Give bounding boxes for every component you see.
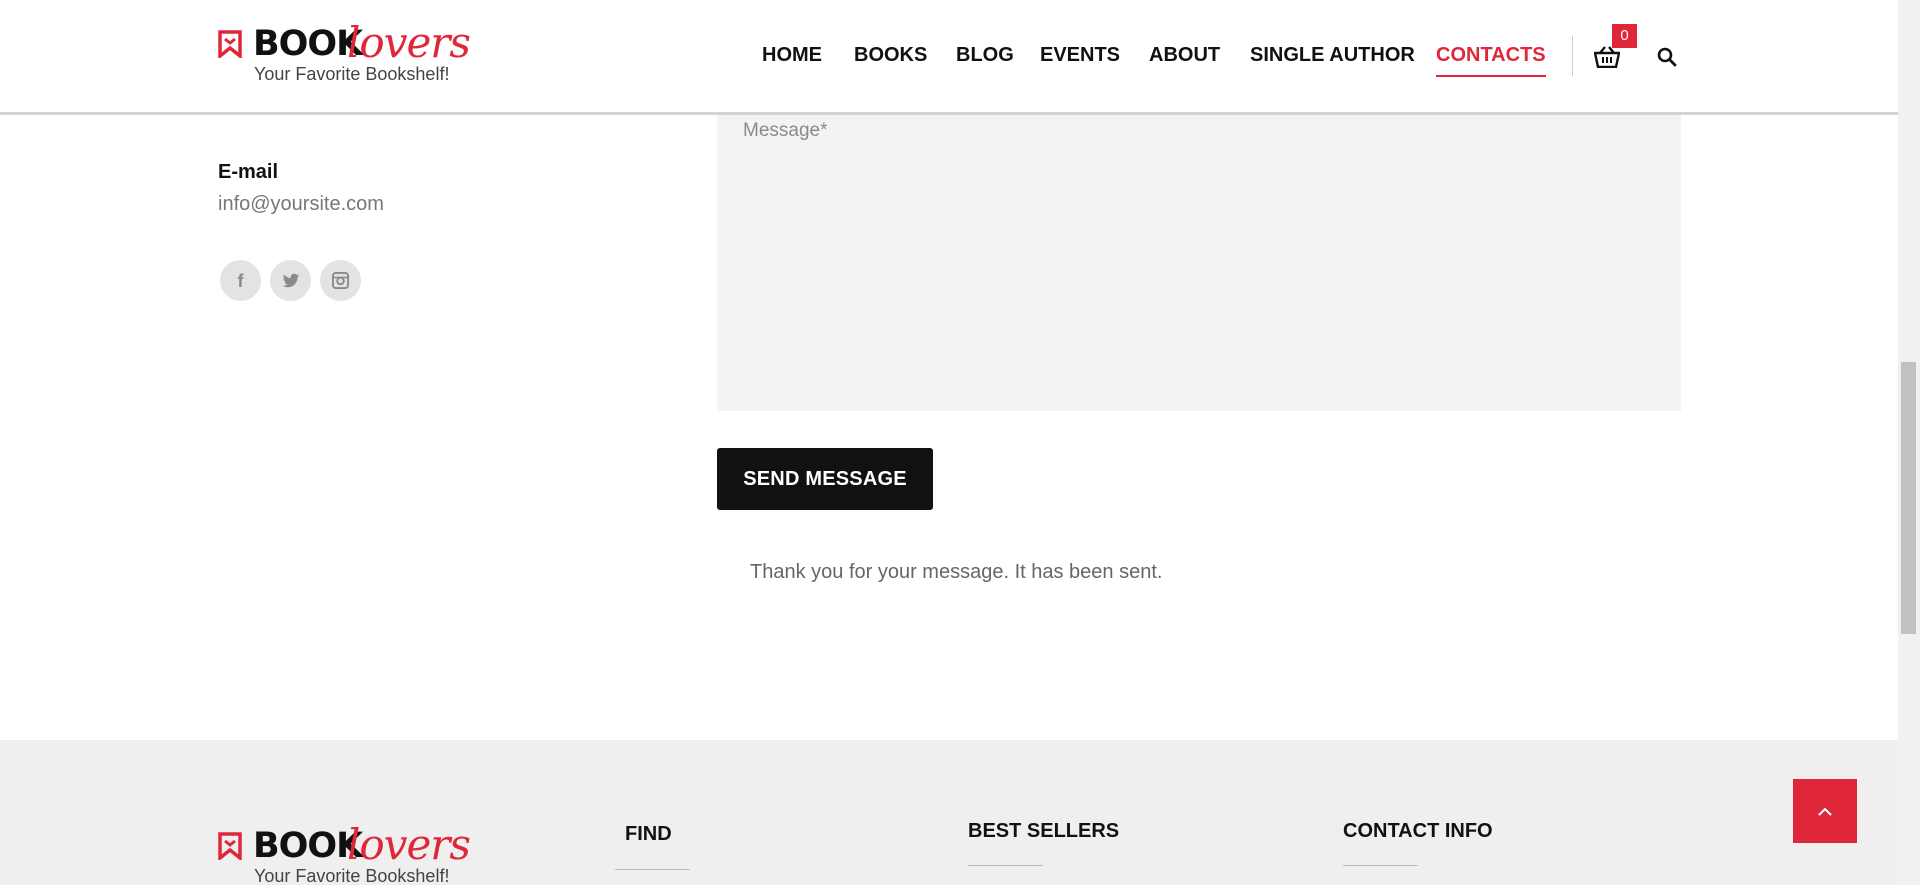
logo-lovers-text: lovers bbox=[347, 18, 471, 67]
nav-events[interactable]: EVENTS bbox=[1040, 44, 1120, 67]
form-status-message: Thank you for your message. It has been … bbox=[750, 561, 1163, 583]
footer-rule bbox=[615, 869, 690, 870]
logo-book-text: BOOK bbox=[253, 24, 363, 64]
nav-home[interactable]: HOME bbox=[762, 44, 822, 67]
footer-heading-best-sellers: BEST SELLERS bbox=[968, 820, 1120, 842]
footer-rule bbox=[968, 865, 1043, 866]
logo-book-text: BOOK bbox=[253, 826, 363, 866]
email-value[interactable]: info@yoursite.com bbox=[218, 193, 384, 216]
footer-rule bbox=[1343, 865, 1418, 866]
footer-logo[interactable]: BOOK lovers Your Favorite Bookshelf! bbox=[218, 820, 478, 890]
nav-single-author[interactable]: SINGLE AUTHOR bbox=[1250, 44, 1415, 67]
logo-tagline: Your Favorite Bookshelf! bbox=[254, 64, 450, 84]
facebook-icon[interactable]: f bbox=[220, 260, 261, 301]
message-textarea[interactable] bbox=[717, 112, 1681, 411]
site-header: BOOK lovers Your Favorite Bookshelf! HOM… bbox=[0, 0, 1898, 115]
nav-divider bbox=[1572, 36, 1573, 76]
bookmark-logo-icon bbox=[218, 30, 242, 58]
site-footer: BOOK lovers Your Favorite Bookshelf! FIN… bbox=[0, 740, 1898, 886]
back-to-top-button[interactable] bbox=[1793, 779, 1857, 843]
chevron-up-icon bbox=[1818, 807, 1832, 816]
nav-books[interactable]: BOOKS bbox=[854, 44, 927, 67]
scrollbar-thumb[interactable] bbox=[1901, 362, 1916, 634]
email-label: E-mail bbox=[218, 161, 279, 183]
footer-heading-contact-info: CONTACT INFO bbox=[1343, 820, 1493, 842]
twitter-icon[interactable] bbox=[270, 260, 311, 301]
bookmark-logo-icon bbox=[218, 832, 242, 860]
instagram-icon[interactable] bbox=[320, 260, 361, 301]
basket-icon[interactable] bbox=[1594, 46, 1620, 68]
logo-lovers-text: lovers bbox=[347, 820, 471, 869]
nav-blog[interactable]: BLOG bbox=[956, 44, 1014, 67]
logo-tagline: Your Favorite Bookshelf! bbox=[254, 866, 450, 886]
nav-contacts[interactable]: CONTACTS bbox=[1436, 44, 1546, 77]
send-message-button[interactable]: SEND MESSAGE bbox=[717, 448, 933, 510]
site-logo[interactable]: BOOK lovers Your Favorite Bookshelf! bbox=[218, 18, 478, 88]
cart-count-badge: 0 bbox=[1612, 24, 1637, 48]
search-icon[interactable] bbox=[1657, 47, 1677, 67]
footer-heading-find: FIND bbox=[625, 823, 672, 845]
nav-about[interactable]: ABOUT bbox=[1149, 44, 1220, 67]
